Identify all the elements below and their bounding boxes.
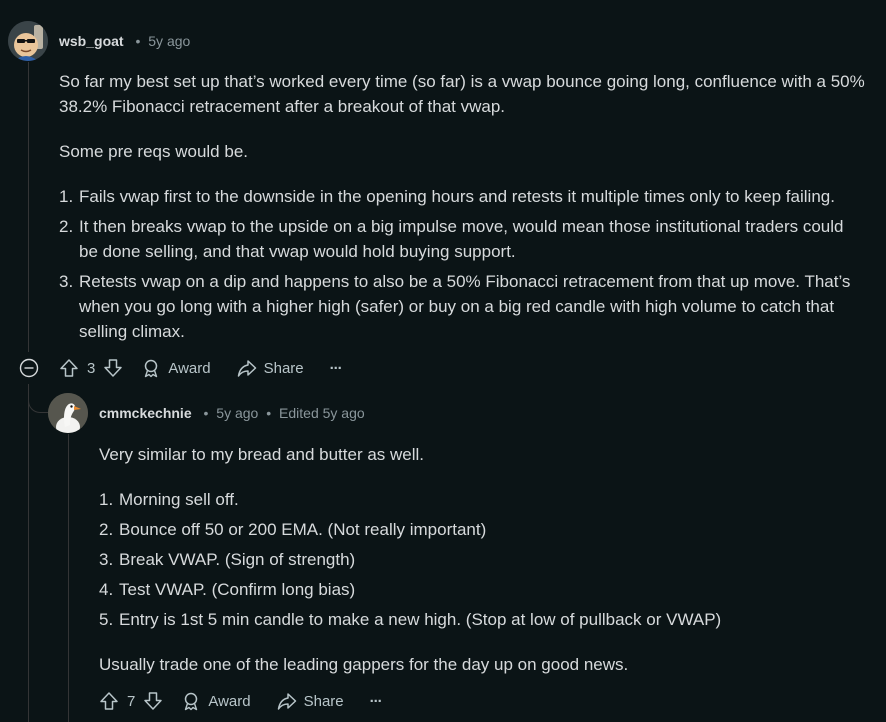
award-ribbon-icon [145,359,158,378]
thread-line[interactable] [28,384,29,722]
username[interactable]: wsb_goat [59,33,124,49]
list-item: 3. Break VWAP. (Sign of strength) [99,547,721,572]
timestamp[interactable]: 5y ago [148,33,190,49]
list-number: 1. [99,490,114,509]
comment-actions: 3 Award Share ··· [59,358,343,378]
ordered-list: 1. Morning sell off. 2. Bounce off 50 or… [99,487,721,632]
list-item: 2. Bounce off 50 or 200 EMA. (Not really… [99,517,721,542]
list-text: Break VWAP. (Sign of strength) [119,550,356,569]
list-number: 3. [59,272,74,291]
comment-paragraph: So far my best set up that’s worked ever… [59,69,865,119]
downvote-button[interactable] [143,691,163,711]
list-item: 1. Morning sell off. [99,487,721,512]
share-label: Share [263,359,304,377]
upvote-button[interactable] [59,358,79,378]
list-item: 4. Test VWAP. (Confirm long bias) [99,577,721,602]
list-text: Fails vwap first to the downside in the … [79,187,835,206]
list-text: Entry is 1st 5 min candle to make a new … [119,610,722,629]
comment-paragraph: Very similar to my bread and butter as w… [99,445,425,464]
reply-thread-line[interactable] [68,434,69,722]
more-options-button[interactable]: ··· [330,360,343,377]
list-item: 3. Retests vwap on a dip and happens to … [59,269,865,344]
comment-meta: wsb_goat • 5y ago [59,33,190,49]
share-label: Share [303,692,344,710]
award-button[interactable]: Award [181,691,251,711]
list-text: It then breaks vwap to the upside on a b… [79,217,844,236]
award-ribbon-icon [185,692,198,711]
meta-separator: • [203,405,209,421]
list-text: Retests vwap on a dip and happens to als… [79,272,851,291]
comment-meta: cmmckechnie • 5y ago • Edited 5y ago [99,405,365,421]
goose-avatar-icon [48,393,88,433]
list-number: 4. [99,580,114,599]
list-text: Test VWAP. (Confirm long bias) [119,580,356,599]
list-number: 1. [59,187,74,206]
share-arrow-icon [237,360,256,377]
award-button[interactable]: Award [141,358,211,378]
user-avatar-icon [8,21,48,61]
more-options-button[interactable]: ··· [370,693,383,710]
list-text: selling climax. [79,322,185,341]
collapse-minus-icon [19,358,39,378]
list-number: 2. [59,217,74,236]
timestamp[interactable]: 5y ago [216,405,258,421]
comment-paragraph: Some pre reqs would be. [59,142,248,161]
list-text: Bounce off 50 or 200 EMA. (Not really im… [119,520,487,539]
list-text: Morning sell off. [119,490,239,509]
list-item: 1. Fails vwap first to the downside in t… [59,184,865,209]
comment-thread: wsb_goat • 5y ago So far my best set up … [0,0,886,722]
list-item: 5. Entry is 1st 5 min candle to make a n… [99,607,722,632]
share-button[interactable]: Share [237,358,304,378]
comment-actions: 7 Award Share ··· [99,691,383,711]
share-arrow-icon [277,693,296,710]
list-number: 2. [99,520,114,539]
text-line: 38.2% Fibonacci retracement after a brea… [59,97,506,116]
avatar[interactable] [8,21,48,61]
award-label: Award [208,692,251,710]
list-number: 3. [99,550,114,569]
text-line: So far my best set up that’s worked ever… [59,72,865,91]
vote-score: 3 [87,359,96,377]
comment-body: So far my best set up that’s worked ever… [59,69,865,344]
upvote-button[interactable] [99,691,119,711]
upvote-arrow-icon [60,359,78,377]
comment-paragraph: Usually trade one of the leading gappers… [99,655,629,674]
downvote-arrow-icon [144,692,163,710]
username[interactable]: cmmckechnie [99,405,192,421]
list-text: when you go long with a higher high (saf… [79,297,835,316]
avatar[interactable] [48,393,88,433]
meta-separator: • [135,33,141,49]
ordered-list: 1. Fails vwap first to the downside in t… [59,184,865,344]
downvote-arrow-icon [104,359,123,377]
share-button[interactable]: Share [277,691,344,711]
comment-body: Very similar to my bread and butter as w… [99,442,721,677]
downvote-button[interactable] [103,358,123,378]
list-text: be done selling, and that vwap would hol… [79,242,516,261]
thread-line[interactable] [28,62,29,352]
edited-label: Edited 5y ago [279,405,365,421]
collapse-button[interactable] [19,358,39,378]
list-number: 5. [99,610,114,629]
upvote-arrow-icon [100,692,118,710]
vote-score: 7 [127,692,136,710]
award-label: Award [168,359,211,377]
meta-separator: • [266,405,272,421]
list-item: 2. It then breaks vwap to the upside on … [59,214,865,264]
